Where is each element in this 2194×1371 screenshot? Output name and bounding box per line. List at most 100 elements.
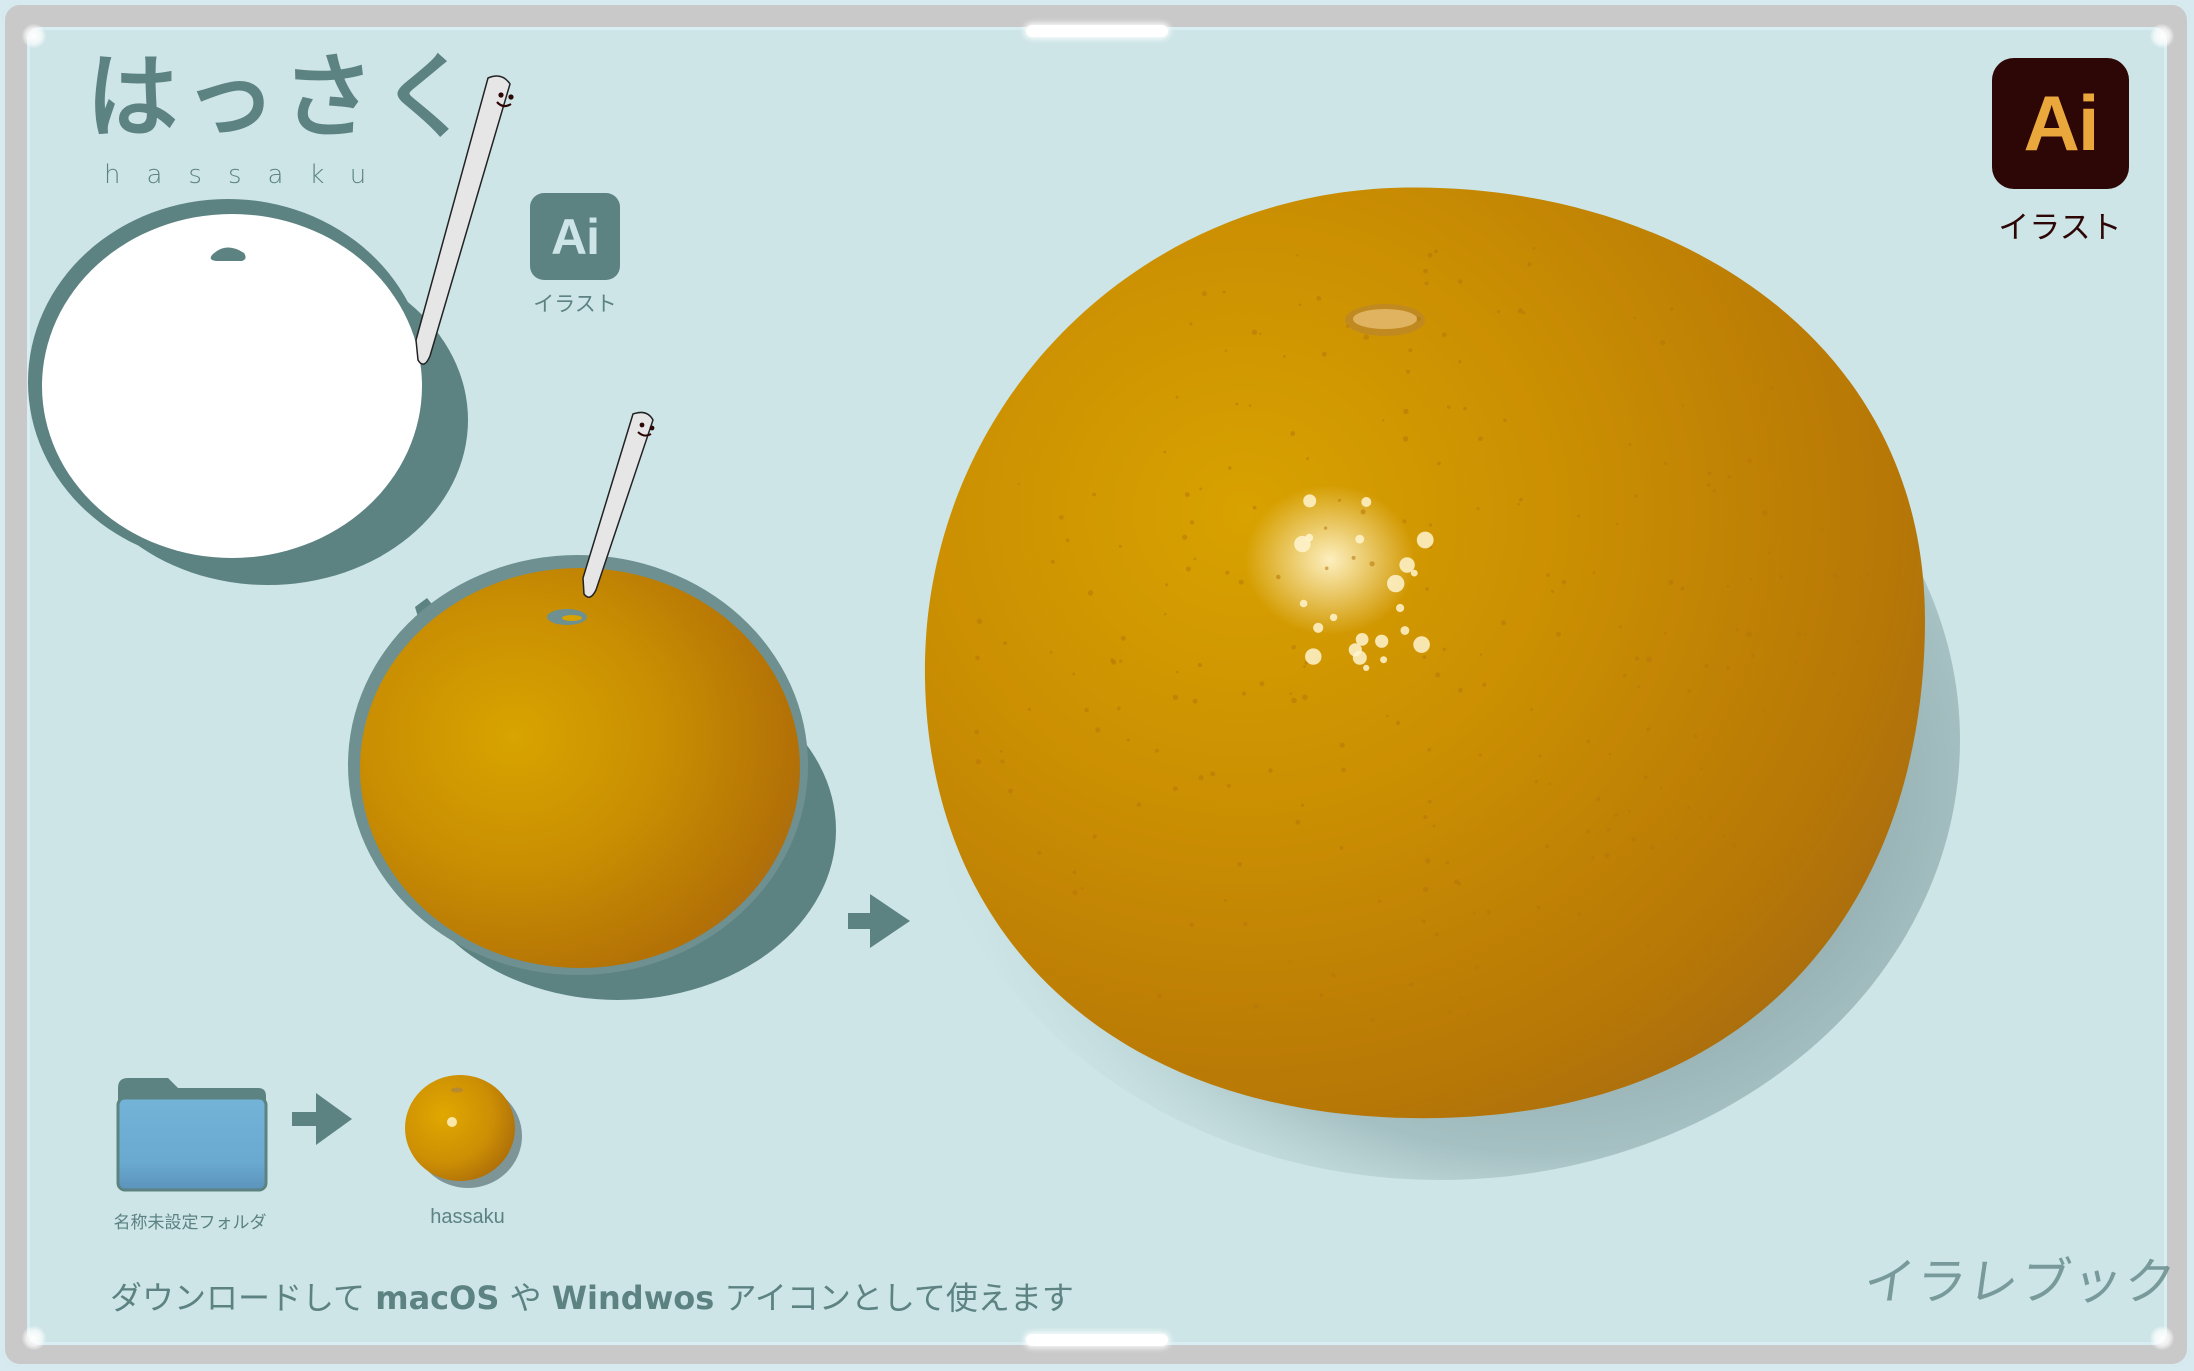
arrow-right-small-icon	[292, 1093, 352, 1145]
peel-dot	[1497, 310, 1500, 314]
peel-dot	[1003, 641, 1008, 645]
peel-dot	[1432, 824, 1436, 828]
peel-dot	[1687, 806, 1691, 810]
peel-dot	[1634, 494, 1638, 498]
peel-dot	[1628, 443, 1632, 446]
peel-dot	[1759, 868, 1765, 874]
peel-dot	[1532, 246, 1536, 250]
pencil-2-eye-left	[639, 422, 645, 428]
peel-dot	[1095, 727, 1101, 733]
footer-text-2: や	[499, 1279, 552, 1317]
peel-dot	[1472, 912, 1476, 915]
peel-dot	[1119, 659, 1123, 663]
peel-dot	[1369, 1017, 1376, 1023]
peel-dot	[1478, 436, 1483, 442]
peel-dot	[1382, 419, 1385, 422]
peel-dot	[1324, 526, 1328, 530]
peel-dot	[1674, 836, 1679, 841]
peel-dot	[1425, 858, 1431, 864]
peel-dot	[1410, 982, 1415, 987]
peel-dot	[1519, 497, 1523, 502]
medium-orange-stem-highlight	[562, 615, 582, 621]
peel-dot	[1408, 348, 1413, 353]
peel-dot	[1437, 461, 1441, 466]
peel-dot	[1614, 813, 1618, 817]
white-orange-body	[42, 214, 422, 558]
peel-dot	[1536, 905, 1541, 910]
peel-dot	[1126, 738, 1130, 742]
peel-dot	[1530, 708, 1534, 712]
illustrator-icon-small: Ai	[530, 193, 620, 280]
peel-dot	[1303, 665, 1306, 668]
peel-dot	[1059, 515, 1064, 520]
large-orange-stem-highlight	[1353, 309, 1417, 329]
peel-dot	[1406, 369, 1411, 374]
footer-text-3: アイコンとして使えます	[714, 1279, 1074, 1317]
peel-dot	[1296, 254, 1299, 257]
peel-dot	[1338, 498, 1341, 502]
peel-dot	[1072, 870, 1077, 874]
peel-dot	[1434, 932, 1439, 937]
peel-dot	[1706, 935, 1711, 940]
peel-dot	[1421, 919, 1426, 924]
peel-dot	[1749, 577, 1753, 581]
peel-dot	[1017, 482, 1020, 485]
footer-os-windows: Windwos	[551, 1279, 715, 1317]
peel-dot	[1700, 767, 1703, 770]
peel-dot	[1066, 538, 1070, 542]
peel-dot	[1416, 316, 1421, 322]
illustrator-label-small: イラスト	[533, 292, 617, 316]
peel-dot	[1428, 800, 1432, 804]
peel-dot	[1837, 692, 1842, 696]
peel-dot	[1185, 566, 1191, 572]
peel-dot	[1268, 768, 1273, 773]
peel-dot	[1341, 767, 1346, 773]
peel-dot	[1360, 509, 1366, 515]
peel-dot	[976, 618, 983, 624]
peel-dot	[1049, 650, 1053, 654]
peel-dot	[1680, 586, 1685, 591]
peel-dot	[1117, 706, 1121, 711]
peel-dot	[1545, 844, 1550, 849]
peel-dot	[1339, 845, 1344, 850]
peel-dot	[1457, 1014, 1461, 1018]
peel-dot	[1700, 816, 1703, 819]
peel-dot	[1858, 574, 1862, 578]
peel-dot	[1402, 519, 1407, 524]
peel-dot	[1474, 965, 1479, 970]
peel-dot	[1087, 590, 1094, 596]
peel-dot	[975, 655, 980, 661]
peel-dot	[1664, 461, 1668, 465]
peel-dot	[1561, 580, 1567, 585]
peel-dot	[1172, 694, 1179, 700]
peel-dot	[1596, 796, 1601, 801]
peel-dot	[1434, 249, 1438, 254]
peel-dot	[1735, 628, 1740, 632]
peel-dot	[1534, 779, 1539, 784]
peel-dot	[1080, 887, 1084, 890]
peel-dot	[1586, 739, 1591, 744]
app-icon-label: hassaku	[430, 1206, 505, 1228]
peel-dot	[1385, 714, 1389, 718]
peel-dot	[1548, 782, 1551, 786]
peel-dot	[1427, 748, 1431, 752]
large-orange-highlight	[1245, 485, 1415, 635]
peel-dot	[1458, 360, 1462, 364]
peel-dot	[1199, 487, 1202, 491]
colored-orange-large	[920, 187, 1960, 1180]
peel-dot	[1291, 697, 1297, 704]
peel-dot	[1646, 944, 1651, 949]
folder-icon	[116, 1078, 268, 1192]
peel-dot	[1608, 752, 1612, 756]
peel-dot	[1189, 922, 1194, 927]
peel-dot	[1235, 402, 1239, 406]
peel-dot	[1110, 658, 1115, 663]
peel-dot	[1072, 890, 1078, 895]
peel-dot	[1633, 316, 1637, 320]
peel-dot	[1669, 307, 1674, 311]
peel-dot	[1345, 324, 1350, 328]
peel-dot	[1646, 656, 1652, 662]
specular-spot	[1303, 494, 1317, 508]
peel-dot	[1751, 860, 1755, 865]
peel-dot	[1251, 329, 1258, 335]
